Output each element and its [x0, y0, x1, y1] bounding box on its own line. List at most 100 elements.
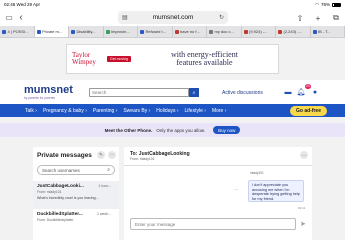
browser-toolbar: ▭ ‹ ▤ mumsnet.com ↻ ⇧ + ⧉ [0, 9, 345, 26]
tab-favicon-icon [36, 29, 41, 34]
conversation-from: From: Duckbilledsplatter [37, 218, 74, 222]
conversation-sender: From: mlady101 [130, 157, 155, 161]
browser-tab[interactable]: Refused t... [138, 26, 173, 37]
site-search-input[interactable]: Search [89, 88, 189, 97]
site-tagline: by parents for parents [24, 96, 56, 100]
nav-item-more[interactable]: More › [212, 108, 226, 114]
main-nav: Talk › Pregnancy & baby › Parenting › Sw… [0, 104, 345, 117]
tab-favicon-icon [312, 29, 317, 34]
reload-icon[interactable]: ↻ [219, 14, 224, 21]
promo-banner: Meet the Other Phone. Only the apps you … [0, 123, 345, 137]
tab-favicon-icon [140, 29, 144, 34]
status-time: 02:46 Wed 29 Apr [4, 2, 40, 7]
tabs-icon[interactable]: ⧉ [330, 12, 342, 24]
message-options-icon[interactable]: ⋯ [234, 187, 239, 193]
tab-label: Improvin... [111, 29, 130, 34]
nav-item-talk[interactable]: Talk › [25, 108, 37, 114]
new-tab-icon[interactable]: + [312, 12, 324, 24]
browser-tab[interactable]: (2,243) -... [276, 26, 311, 37]
advertisement[interactable]: Taylor Wimpey Get moving with energy-eff… [66, 44, 279, 74]
browser-tab[interactable]: my doc c... [207, 26, 242, 37]
active-discussions-link[interactable]: Active discussions [222, 90, 263, 96]
promo-bold-text: Meet the Other Phone. [104, 127, 153, 133]
go-ad-free-button[interactable]: Go ad-free [289, 106, 327, 116]
user-icon[interactable]: ● [310, 87, 320, 97]
conversation-time: 1 week... [96, 212, 111, 216]
tab-label: Refused t... [145, 29, 166, 34]
ad-brand-line2: Wimpey [72, 58, 96, 66]
tab-label: IB - T... [318, 29, 331, 34]
ad-brand: Taylor Wimpey [67, 52, 105, 66]
search-icon[interactable]: ⌕ [189, 88, 199, 97]
wifi-icon: ◠ [315, 1, 319, 7]
divider [124, 165, 312, 166]
site-logo[interactable]: mumsnet [24, 84, 73, 96]
promo-text: Only the apps you allow. [156, 127, 206, 133]
tab-overview-icon: ▤ [122, 15, 128, 21]
send-icon[interactable]: ➤ [300, 220, 306, 228]
more-options-icon[interactable]: ⋯ [108, 151, 116, 159]
tab-label: (2,243) -... [283, 29, 302, 34]
battery-icon [332, 2, 341, 7]
back-icon[interactable]: ‹ [15, 12, 27, 24]
conversation-item[interactable]: DuckbilledSplatter... 1 week... From: Du… [33, 209, 119, 237]
browser-tab[interactable]: Private m... [34, 26, 69, 37]
browser-tab[interactable]: (9,924) -... [242, 26, 276, 37]
browser-tab[interactable]: IB - T... [311, 26, 345, 37]
tab-label: have no f... [180, 29, 200, 34]
tab-label: my doc c... [214, 29, 234, 34]
address-bar[interactable]: ▤ mumsnet.com ↻ [118, 11, 228, 24]
username-search-placeholder: Search usernames [42, 168, 80, 173]
tab-favicon-icon [105, 29, 110, 34]
conversation-preview: What's incredibly cruel is you leaving..… [37, 195, 99, 200]
browser-tab[interactable]: 4 | POSSI... [0, 26, 35, 37]
search-icon: ⌕ [107, 167, 110, 173]
tab-favicon-icon [71, 29, 75, 34]
status-bar: 02:46 Wed 29 Apr ◠ 76% [0, 0, 345, 9]
tab-favicon-icon [209, 29, 213, 34]
tab-strip: 4 | POSSI... Private m... Disability... Imp… [0, 26, 345, 38]
nav-item-swears-by[interactable]: Swears By › [123, 108, 150, 114]
battery-percent: 76% [320, 2, 330, 7]
sidebar-toggle-icon[interactable]: ▭ [3, 12, 15, 24]
ad-headline-line2: features available [176, 58, 233, 67]
tab-favicon-icon [2, 29, 6, 34]
ad-cta-button[interactable]: Get moving [107, 56, 131, 62]
tab-favicon-icon [174, 29, 179, 34]
status-right: ◠ 76% [315, 2, 341, 8]
conversation-panel: To: JustCabbageLooking From: mlady101 ⋯ … [124, 147, 312, 240]
private-messages-panel: Private messages ✎ ⋯ Search usernames ⌕ … [33, 147, 119, 240]
browser-tab[interactable]: Disability... [69, 26, 104, 37]
message-sender: mlady101 [250, 171, 264, 175]
browser-tab[interactable]: have no f... [173, 26, 207, 37]
message-bubble: I don't appreciate you accusing me when … [248, 180, 304, 202]
panel-title: Private messages [37, 152, 92, 159]
tab-label: Disability... [76, 29, 96, 34]
username-search-input[interactable]: Search usernames ⌕ [37, 165, 115, 175]
conversation-from: From: mlady101 [37, 190, 62, 194]
conversation-time: 1 hour... [98, 184, 111, 188]
tab-label: Private m... [42, 29, 63, 34]
message-input[interactable]: Enter your message [130, 218, 296, 230]
bell-icon[interactable]: 🔔︎ [296, 87, 306, 97]
message-time: 03:11 [298, 206, 306, 210]
conversation-item[interactable]: JustCabbageLooki... 1 hour... From: mlad… [33, 181, 119, 209]
share-icon[interactable]: ⇧ [294, 12, 306, 24]
tab-label: 4 | POSSI... [7, 29, 29, 34]
more-options-icon[interactable]: ⋯ [300, 151, 308, 159]
nav-item-parenting[interactable]: Parenting › [93, 108, 117, 114]
tab-favicon-icon [243, 29, 248, 34]
nav-item-holidays[interactable]: Holidays › [156, 108, 178, 114]
chat-icon[interactable]: ▬ [283, 87, 293, 97]
tab-label: (9,924) -... [249, 29, 268, 34]
url-text: mumsnet.com [152, 14, 194, 21]
buy-now-button[interactable]: Buy now [213, 126, 241, 134]
ad-headline: with energy-efficient features available [131, 50, 278, 68]
nav-item-pregnancy[interactable]: Pregnancy & baby › [43, 108, 87, 114]
compose-icon[interactable]: ✎ [97, 151, 105, 159]
site-header: mumsnet by parents for parents Search ⌕ … [0, 80, 345, 104]
tab-favicon-icon [278, 29, 282, 34]
browser-tab[interactable]: Improvin... [104, 26, 138, 37]
nav-item-lifestyle[interactable]: Lifestyle › [185, 108, 206, 114]
browser-actions: ⇧ + ⧉ [294, 12, 342, 24]
